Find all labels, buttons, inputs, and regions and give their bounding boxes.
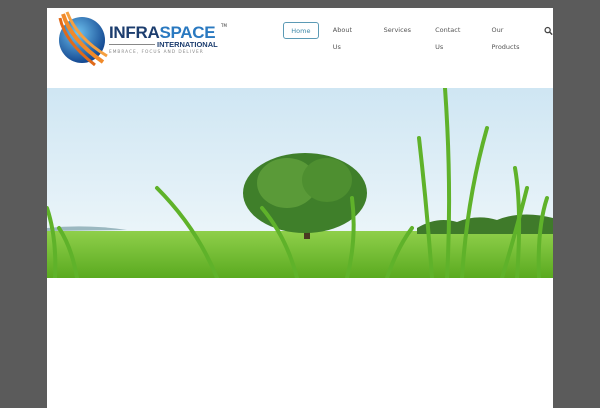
- logo[interactable]: INFRASPACE TM INTERNATIONAL EMBRACE, FOC…: [57, 10, 227, 66]
- hero-banner: [47, 88, 553, 278]
- nav-contact-us[interactable]: Contact Us: [423, 22, 479, 51]
- nav-our-products[interactable]: Our Products: [479, 22, 541, 51]
- brand-tagline: EMBRACE, FOCUS AND DELIVER: [109, 50, 204, 55]
- nav-about-us[interactable]: About Us: [321, 22, 372, 51]
- brand-subtitle: INTERNATIONAL: [157, 40, 218, 49]
- nav-services[interactable]: Services: [372, 22, 423, 39]
- page-container: INFRASPACE TM INTERNATIONAL EMBRACE, FOC…: [47, 8, 553, 408]
- brand-text: INFRA: [109, 23, 160, 42]
- nav-home[interactable]: Home: [283, 22, 319, 39]
- globe-logo-icon: [58, 11, 108, 66]
- main-nav: Home About Us Services Contact Us Our Pr…: [283, 22, 553, 51]
- hero-grass-tree-image: [47, 88, 553, 278]
- search-icon[interactable]: [544, 26, 553, 36]
- trademark: TM: [221, 23, 227, 28]
- logo-rule: [109, 44, 155, 45]
